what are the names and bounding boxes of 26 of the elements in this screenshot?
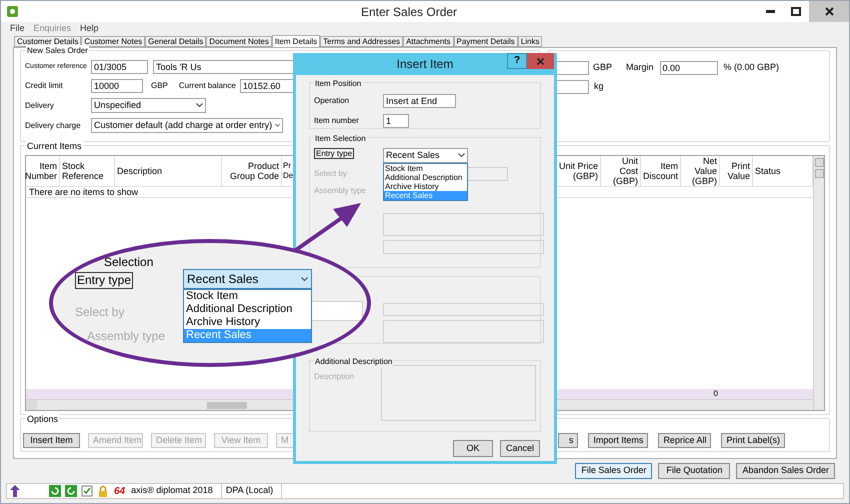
field-label: Select by [314,168,348,180]
field-label: Margin [626,61,654,74]
currency-label: GBP [593,61,612,74]
field-label: Delivery [25,100,55,112]
unit-label: kg [594,80,604,94]
field-label: Item number [314,115,360,127]
field-label: Operation [314,95,350,107]
net-value-total: 0 [712,389,718,399]
database-name: DPA (Local) [222,484,282,498]
field-label: Credit limit [25,80,64,92]
product-name: axis® diplomat 2018 [128,484,222,498]
group-title: Selection [103,255,154,269]
currency-label: GBP [151,80,168,92]
field-label: Entry type [75,272,134,289]
margin-note: % (0.00 GBP) [724,61,780,74]
field-label: Assembly type [87,329,166,343]
field-label: Delivery charge [25,120,82,132]
field-label: Assembly type [314,185,368,197]
dialog-title: Insert Item [396,56,454,73]
field-label: Current balance [178,80,236,92]
field-label: Entry type [314,148,356,160]
window-title: Enter Sales Order [361,4,458,20]
badge-label: 64 [114,484,126,498]
field-label: Select by [75,304,124,321]
group-title: Options [26,413,60,426]
field-label: Description [314,371,356,383]
